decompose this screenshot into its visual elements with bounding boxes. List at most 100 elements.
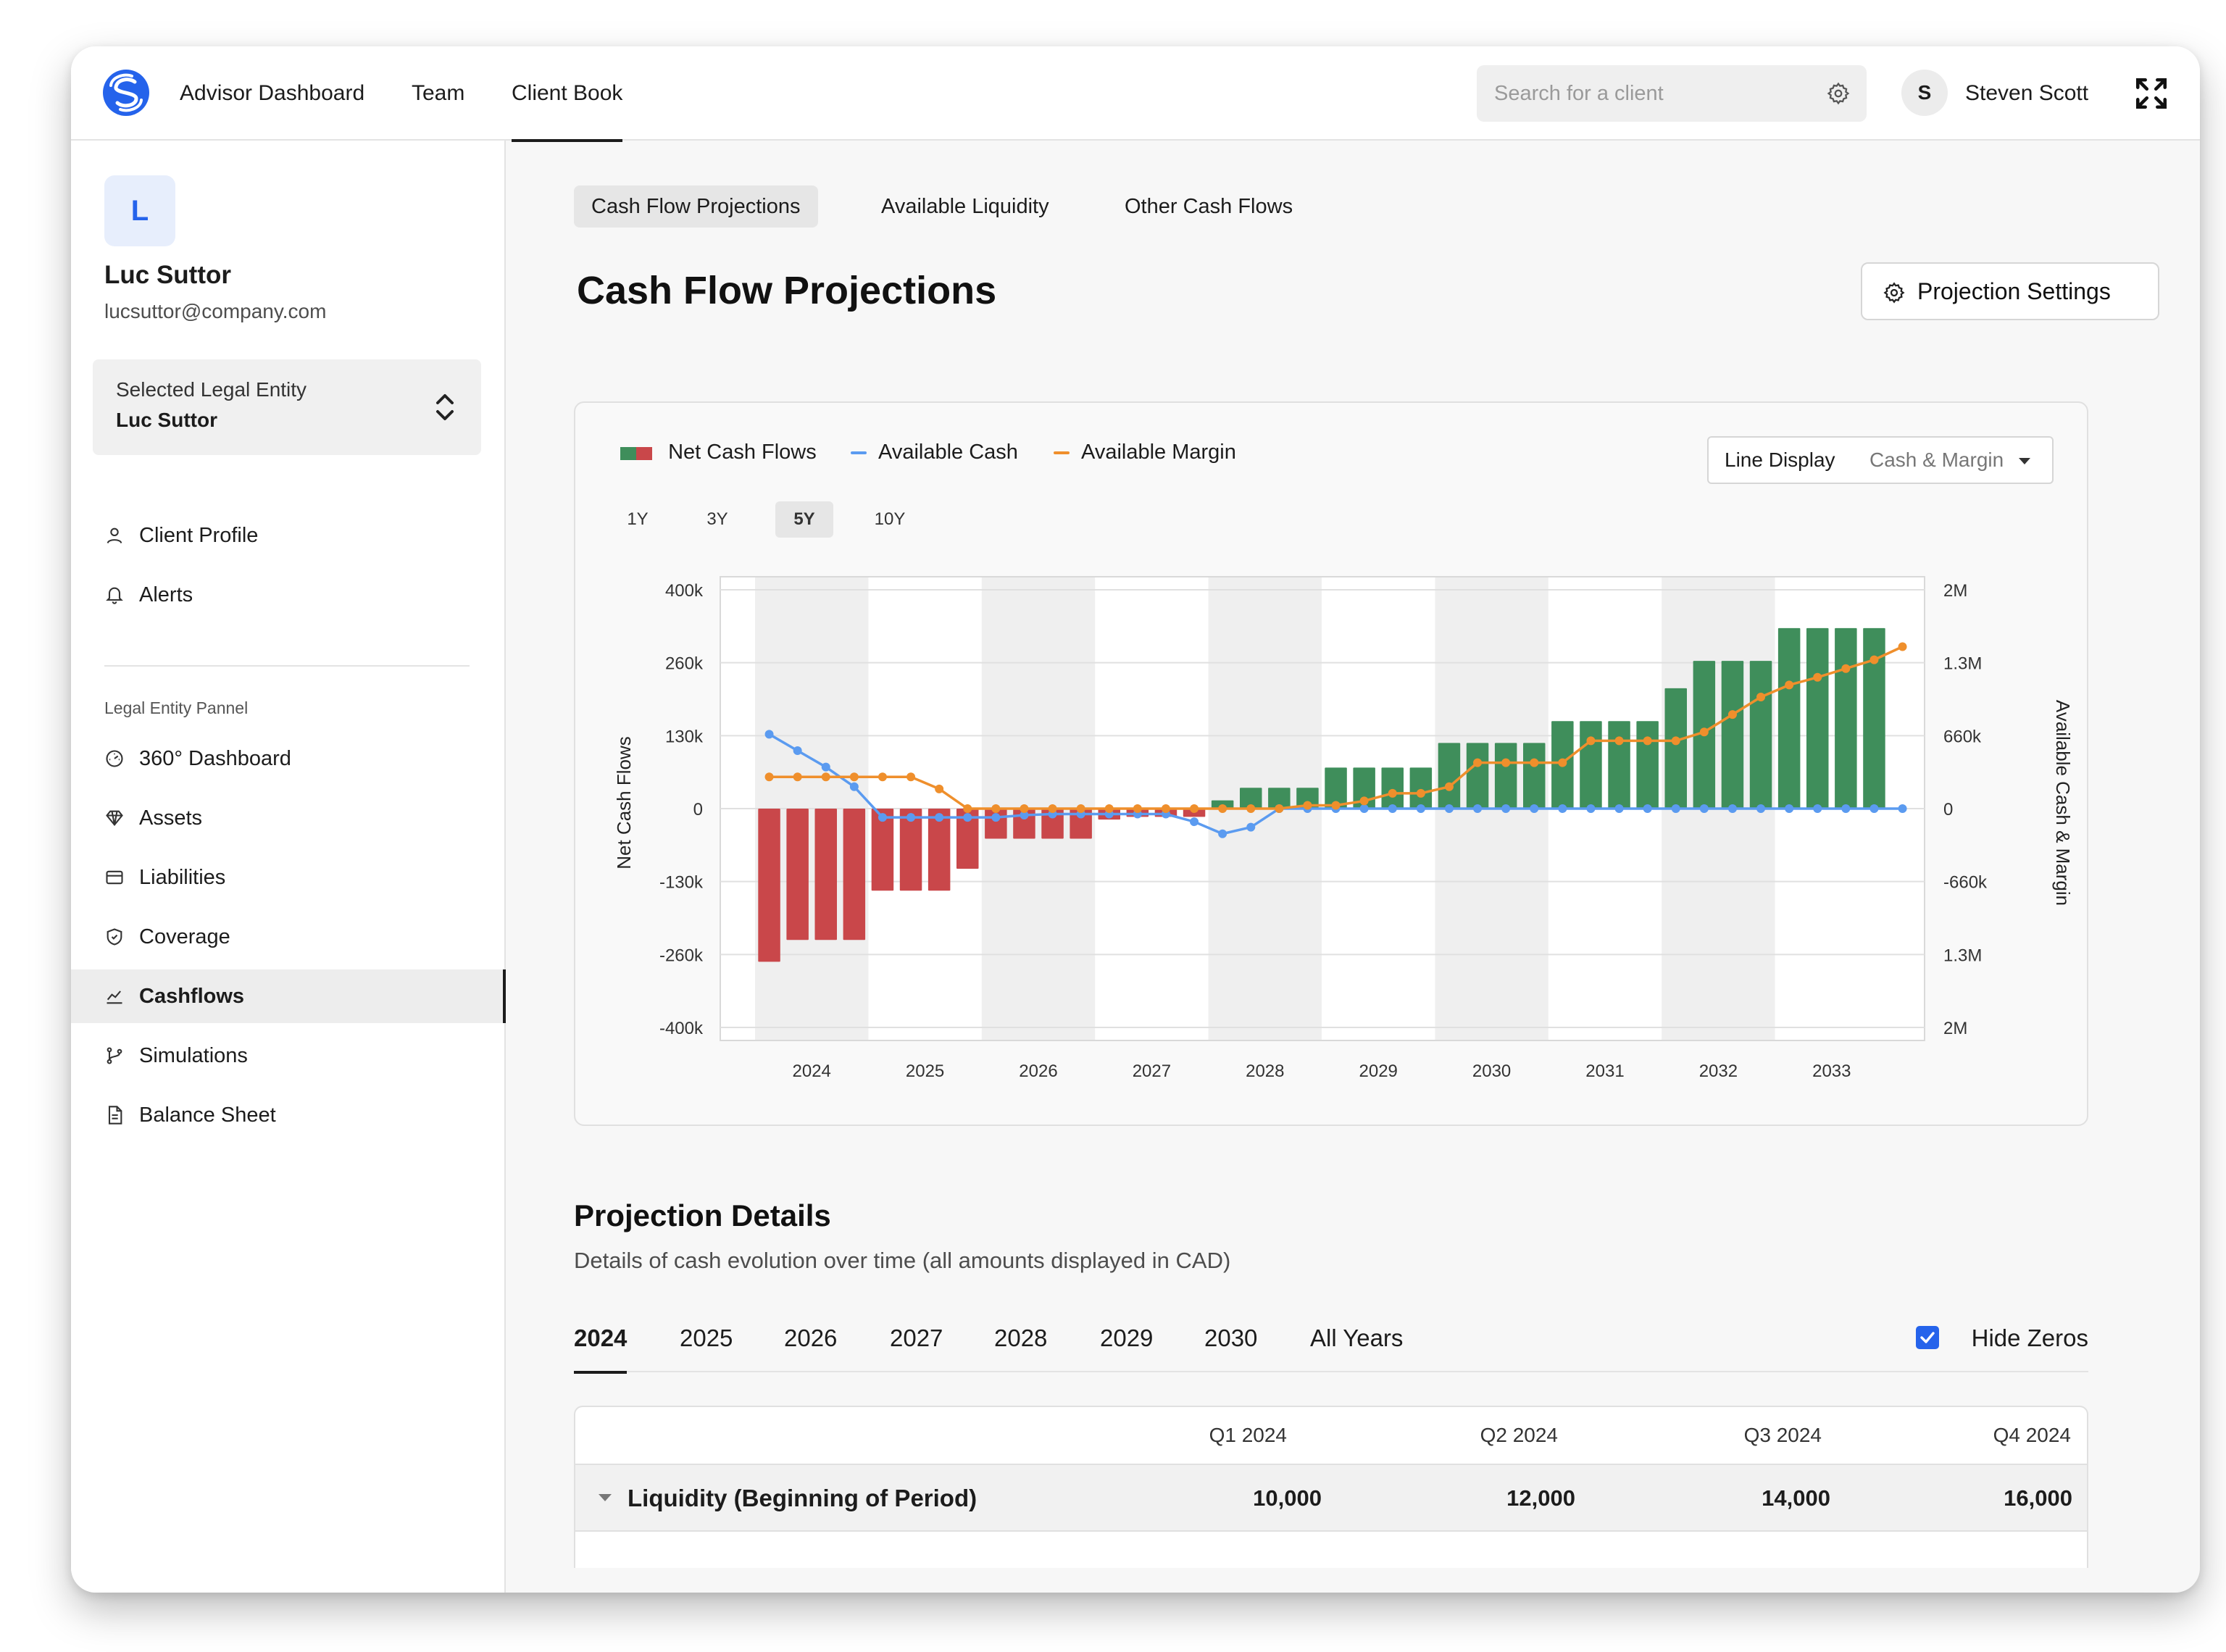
net-cash-flow-bar [786, 809, 809, 940]
sidebar-item-label: Cashflows [139, 985, 245, 1008]
x-tick-label: 2026 [1019, 1061, 1057, 1081]
data-point [1813, 672, 1822, 682]
sidebar-divider [104, 665, 470, 667]
legend-available-cash[interactable]: Available Cash [851, 438, 1018, 467]
sidebar-item-liabilities[interactable]: Liabilities [71, 851, 506, 904]
net-cash-flow-bar [1494, 743, 1517, 809]
year-tab-all-years[interactable]: All Years [1310, 1316, 1403, 1372]
year-tab-2024[interactable]: 2024 [574, 1316, 628, 1374]
data-point [935, 813, 944, 822]
nav-advisor-dashboard[interactable]: Advisor Dashboard [180, 46, 364, 141]
data-point [1444, 782, 1454, 791]
legal-entity-selector[interactable]: Selected Legal Entity Luc Suttor [93, 359, 481, 455]
client-avatar: L [104, 175, 175, 246]
data-point [1359, 804, 1369, 813]
range-10y-button[interactable]: 10Y [861, 501, 919, 538]
net-cash-flow-bar [1636, 721, 1659, 809]
caret-down-icon[interactable] [599, 1494, 612, 1501]
data-point [991, 813, 1001, 822]
sidebar-item-client-profile[interactable]: Client Profile [71, 509, 506, 562]
x-tick-label: 2030 [1472, 1061, 1511, 1081]
legend-available-margin[interactable]: Available Margin [1054, 438, 1236, 467]
y2-tick-label: 1.3M [1943, 946, 1982, 965]
x-tick-label: 2031 [1585, 1061, 1624, 1081]
data-point [906, 772, 916, 782]
data-point [1218, 804, 1227, 813]
data-point [1530, 804, 1539, 813]
data-point [1727, 710, 1737, 719]
sidebar-item-360-dashboard[interactable]: 360° Dashboard [71, 732, 506, 785]
x-tick-label: 2027 [1133, 1061, 1171, 1081]
data-point [1218, 829, 1227, 838]
tab-available-liquidity[interactable]: Available Liquidity [864, 185, 1067, 228]
legend-label: Available Cash [878, 441, 1018, 464]
year-tab-2027[interactable]: 2027 [890, 1316, 943, 1372]
line-display-dropdown[interactable]: Line Display Cash & Margin [1707, 436, 2054, 484]
legend-net-cash-flows[interactable]: Net Cash Flows [620, 438, 817, 467]
sidebar: L Luc Suttor lucsuttor@company.com Selec… [71, 141, 506, 1593]
data-point [1473, 758, 1483, 767]
data-point [1643, 804, 1652, 813]
y-tick-label: -130k [659, 873, 704, 893]
sidebar-item-label: Balance Sheet [139, 1104, 276, 1127]
sidebar-item-balance-sheet[interactable]: Balance Sheet [71, 1088, 506, 1142]
caret-down-icon [2019, 458, 2030, 464]
nav-team[interactable]: Team [412, 46, 464, 141]
net-cash-flow-bar [1777, 627, 1801, 809]
net-cash-flow-bar [758, 809, 780, 962]
data-point [849, 782, 859, 791]
user-name[interactable]: Steven Scott [1965, 46, 2088, 141]
year-tab-2026[interactable]: 2026 [784, 1316, 837, 1372]
range-1y-button[interactable]: 1Y [609, 501, 667, 538]
y2-tick-label: 2M [1943, 1019, 1967, 1038]
net-cash-flow-bar [1580, 721, 1602, 809]
year-tab-2029[interactable]: 2029 [1100, 1316, 1153, 1372]
tab-cash-flow-projections[interactable]: Cash Flow Projections [574, 185, 818, 228]
gear-icon[interactable] [1826, 81, 1851, 106]
sidebar-item-coverage[interactable]: Coverage [71, 910, 506, 964]
net-cash-flow-bar [1835, 627, 1857, 809]
app-logo-icon[interactable] [103, 70, 149, 116]
top-navigation-bar: Advisor Dashboard Team Client Book S Ste… [71, 46, 2200, 142]
data-point [1388, 788, 1397, 798]
data-point [963, 804, 972, 813]
data-point [1444, 804, 1454, 813]
range-5y-button[interactable]: 5Y [775, 501, 833, 538]
sidebar-item-label: Client Profile [139, 524, 259, 547]
shield-icon [107, 928, 122, 946]
fullscreen-expand-icon[interactable] [2133, 75, 2169, 112]
user-avatar[interactable]: S [1901, 70, 1948, 116]
sidebar-item-cashflows[interactable]: Cashflows [71, 969, 506, 1023]
hide-zeros-checkbox[interactable] [1916, 1326, 1939, 1349]
sidebar-item-assets[interactable]: Assets [71, 791, 506, 845]
user-icon [107, 527, 122, 544]
tab-other-cash-flows[interactable]: Other Cash Flows [1107, 185, 1310, 228]
client-search-box [1477, 65, 1867, 122]
table-row[interactable]: Liquidity (Beginning of Period) 10,000 1… [575, 1464, 2087, 1532]
net-cash-flow-bar [1523, 743, 1546, 809]
data-point [821, 772, 830, 782]
legend-label: Net Cash Flows [668, 441, 817, 464]
sidebar-item-alerts[interactable]: Alerts [71, 568, 506, 622]
year-tab-2030[interactable]: 2030 [1204, 1316, 1257, 1372]
data-point [1048, 804, 1057, 813]
data-point [1359, 796, 1369, 806]
data-point [1869, 655, 1879, 664]
y2-tick-label: 0 [1943, 800, 1953, 819]
data-point [991, 804, 1001, 813]
range-3y-button[interactable]: 3Y [688, 501, 746, 538]
year-tab-2025[interactable]: 2025 [680, 1316, 733, 1372]
data-point [1190, 804, 1199, 813]
client-search-input[interactable] [1494, 65, 1813, 122]
sidebar-item-label: Simulations [139, 1044, 248, 1067]
gauge-icon [106, 750, 123, 767]
year-tab-2028[interactable]: 2028 [994, 1316, 1047, 1372]
y-tick-label: -260k [659, 946, 704, 965]
x-tick-label: 2025 [906, 1061, 944, 1081]
nav-client-book[interactable]: Client Book [512, 46, 623, 142]
projection-settings-button[interactable]: Projection Settings [1861, 262, 2159, 320]
data-point [1473, 804, 1483, 813]
chart-line-icon [107, 990, 122, 1004]
data-point [793, 746, 802, 755]
sidebar-item-simulations[interactable]: Simulations [71, 1029, 506, 1082]
